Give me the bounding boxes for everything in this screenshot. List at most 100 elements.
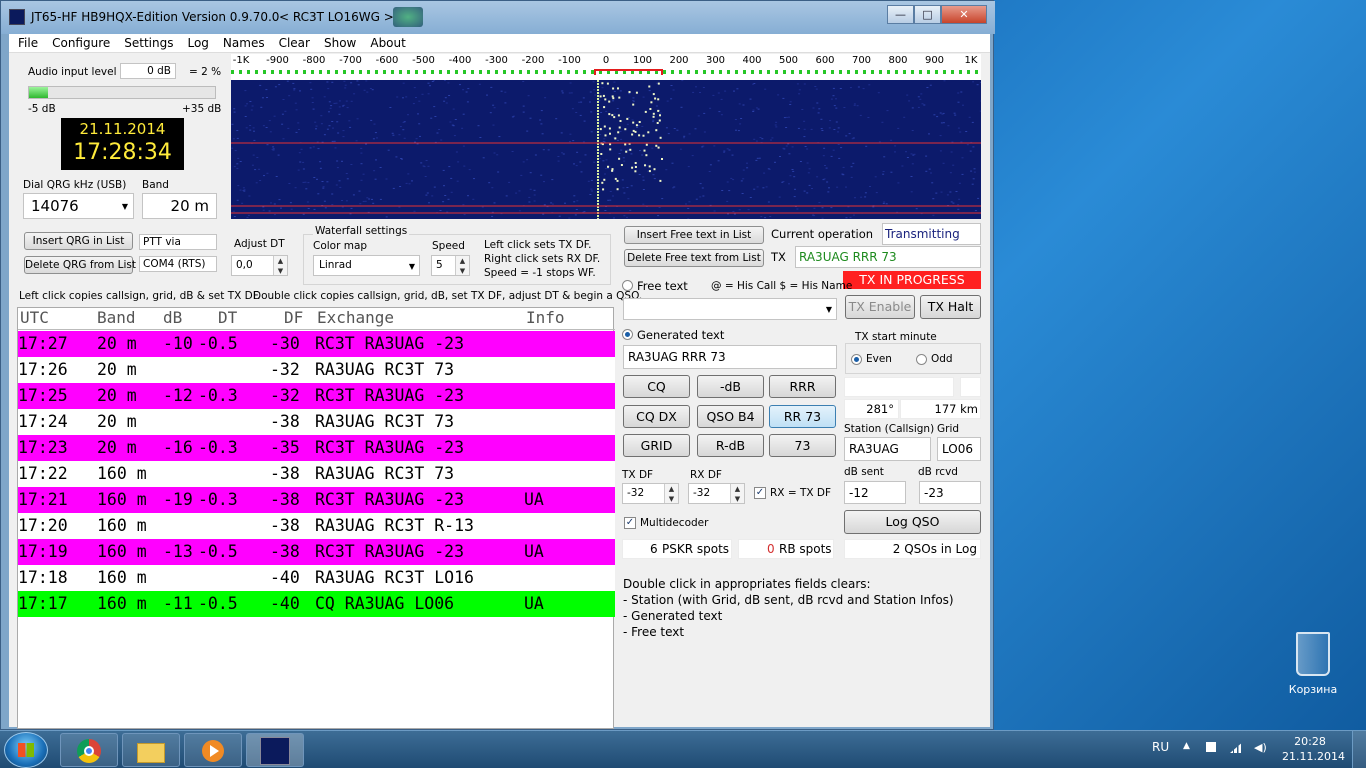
menu-log[interactable]: Log <box>178 34 213 50</box>
menu-file[interactable]: File <box>9 34 43 50</box>
menu-about[interactable]: About <box>361 34 410 50</box>
station-callsign-value: RA3UAG <box>849 442 899 456</box>
grid-button[interactable]: GRID <box>623 434 690 457</box>
delete-qrg-button[interactable]: Delete QRG from List <box>24 256 136 274</box>
cq-button[interactable]: CQ <box>623 375 690 398</box>
db-rcvd-field[interactable]: -23 <box>919 481 981 504</box>
decode-cell-df: -38 <box>270 516 300 535</box>
decode-row[interactable]: 17:26 20 m -32 RA3UAG RC3T 73 <box>18 357 615 383</box>
db-sent-field[interactable]: -12 <box>844 481 906 504</box>
tray-arrow-icon[interactable]: ▲ <box>1183 741 1190 751</box>
menu-clear[interactable]: Clear <box>270 34 315 50</box>
chevron-down-icon: ▼ <box>825 305 832 314</box>
decode-row[interactable]: 17:21 160 m -19 -0.3 -38 RC3T RA3UAG -23 UA <box>18 487 615 513</box>
menu-configure[interactable]: Configure <box>43 34 115 50</box>
taskbar-jt65hf[interactable] <box>246 733 304 767</box>
volume-icon[interactable]: ◀) <box>1254 741 1267 754</box>
minimize-button[interactable]: — <box>887 5 914 24</box>
tray-lang[interactable]: RU <box>1152 740 1169 754</box>
rx-df-field[interactable]: -32 ▲ ▼ <box>688 483 745 504</box>
decode-row[interactable]: 17:19 160 m -13 -0.5 -38 RC3T RA3UAG -23 UA <box>18 539 615 565</box>
rrr-button[interactable]: RRR <box>769 375 836 398</box>
generated-text-radio[interactable] <box>622 329 633 340</box>
decode-row[interactable]: 17:23 20 m -16 -0.3 -35 RC3T RA3UAG -23 <box>18 435 615 461</box>
menu-show[interactable]: Show <box>315 34 361 50</box>
station-callsign-field[interactable]: RA3UAG <box>844 437 931 461</box>
adjust-dt-spinner[interactable]: ▲ ▼ <box>273 256 287 275</box>
scale-tick: 900 <box>924 55 945 66</box>
recycle-bin[interactable]: Корзина <box>1282 628 1344 700</box>
speed-field[interactable]: 5 ▲ ▼ <box>431 255 470 276</box>
decode-row[interactable]: 17:17 160 m -11 -0.5 -40 CQ RA3UAG LO06 UA <box>18 591 615 617</box>
insert-free-text-button[interactable]: Insert Free text in List <box>624 226 764 244</box>
title-bar[interactable]: JT65-HF HB9HQX-Edition Version 0.9.70.0 … <box>1 1 995 34</box>
decode-row[interactable]: 17:25 20 m -12 -0.3 -32 RC3T RA3UAG -23 <box>18 383 615 409</box>
col-exchange[interactable]: Exchange <box>317 308 394 327</box>
free-text-select[interactable]: ▼ <box>623 298 837 320</box>
73-button[interactable]: 73 <box>769 434 836 457</box>
multidecoder-checkbox[interactable]: ✓ <box>624 517 636 529</box>
dial-qrg-select[interactable]: 14076 ▼ <box>23 193 134 219</box>
log-qso-button[interactable]: Log QSO <box>844 510 981 534</box>
generated-text-field[interactable]: RA3UAG RRR 73 <box>623 345 837 369</box>
col-db[interactable]: dB <box>163 308 182 327</box>
tx-df-spinner[interactable]: ▲ ▼ <box>664 484 678 503</box>
menu-settings[interactable]: Settings <box>115 34 178 50</box>
qso-b4-button[interactable]: QSO B4 <box>697 405 764 428</box>
tx-start-legend: TX start minute <box>853 331 939 343</box>
tx-df-label: TX DF <box>622 469 654 481</box>
col-dt[interactable]: DT <box>218 308 237 327</box>
insert-qrg-button[interactable]: Insert QRG in List <box>24 232 133 250</box>
tx-df-field[interactable]: -32 ▲ ▼ <box>622 483 679 504</box>
col-df[interactable]: DF <box>284 308 303 327</box>
taskbar-media-player[interactable] <box>184 733 242 767</box>
menu-names[interactable]: Names <box>214 34 270 50</box>
decode-row[interactable]: 17:22 160 m -38 RA3UAG RC3T 73 <box>18 461 615 487</box>
tx-enable-button[interactable]: TX Enable <box>845 295 915 319</box>
close-button[interactable]: ✕ <box>941 5 987 24</box>
taskbar-chrome[interactable] <box>60 733 118 767</box>
adjust-dt-field[interactable]: 0,0 ▲ ▼ <box>231 255 288 276</box>
grid-field[interactable]: LO06 <box>937 437 981 461</box>
even-radio[interactable] <box>851 354 862 365</box>
col-utc[interactable]: UTC <box>20 308 49 327</box>
scale-tick: -300 <box>485 55 508 66</box>
clock-time: 17:28:34 <box>73 140 172 165</box>
decode-row[interactable]: 17:20 160 m -38 RA3UAG RC3T R-13 <box>18 513 615 539</box>
free-text-radio[interactable] <box>622 280 633 291</box>
show-desktop-button[interactable] <box>1352 731 1366 768</box>
rx-eq-tx-checkbox[interactable]: ✓ <box>754 487 766 499</box>
flag-icon[interactable] <box>1206 742 1216 752</box>
r-db-button[interactable]: R-dB <box>697 434 764 457</box>
decode-cell-df: -38 <box>270 490 300 509</box>
speed-spinner[interactable]: ▲ ▼ <box>455 256 469 275</box>
waterfall-display[interactable] <box>231 80 981 219</box>
start-button[interactable] <box>4 732 48 768</box>
minus-db-button[interactable]: -dB <box>697 375 764 398</box>
decode-row[interactable]: 17:18 160 m -40 RA3UAG RC3T LO16 <box>18 565 615 591</box>
station-info-field <box>844 377 954 397</box>
col-band[interactable]: Band <box>97 308 136 327</box>
decode-list[interactable]: UTC Band dB DT DF Exchange Info 17:27 20 … <box>17 307 615 729</box>
tray-time[interactable]: 20:28 <box>1282 735 1338 748</box>
decode-row[interactable]: 17:27 20 m -10 -0.5 -30 RC3T RA3UAG -23 <box>18 331 615 357</box>
decode-cell-dt: -0.3 <box>198 386 238 405</box>
col-info[interactable]: Info <box>526 308 565 327</box>
audio-percent: = 2 % <box>189 66 222 78</box>
odd-radio[interactable] <box>916 354 927 365</box>
tx-halt-button[interactable]: TX Halt <box>920 295 981 319</box>
tray-date[interactable]: 21.11.2014 <box>1282 750 1345 763</box>
cq-dx-button[interactable]: CQ DX <box>623 405 690 428</box>
taskbar-explorer[interactable] <box>122 733 180 767</box>
delete-free-text-button[interactable]: Delete Free text from List <box>624 249 764 267</box>
rr73-button[interactable]: RR 73 <box>769 405 836 428</box>
distance-field: 177 km <box>900 399 981 419</box>
odd-label: Odd <box>931 353 953 365</box>
band-field[interactable]: 20 m <box>142 193 217 219</box>
maximize-button[interactable]: □ <box>914 5 941 24</box>
frequency-scale[interactable]: -1K -900 -800 -700 -600 -500 -400 -300 -200 -100 0… <box>231 54 981 80</box>
decode-row[interactable]: 17:24 20 m -38 RA3UAG RC3T 73 <box>18 409 615 435</box>
color-map-select[interactable]: Linrad ▼ <box>313 255 420 276</box>
rx-df-spinner[interactable]: ▲ ▼ <box>730 484 744 503</box>
signal-icon[interactable] <box>1230 741 1244 753</box>
